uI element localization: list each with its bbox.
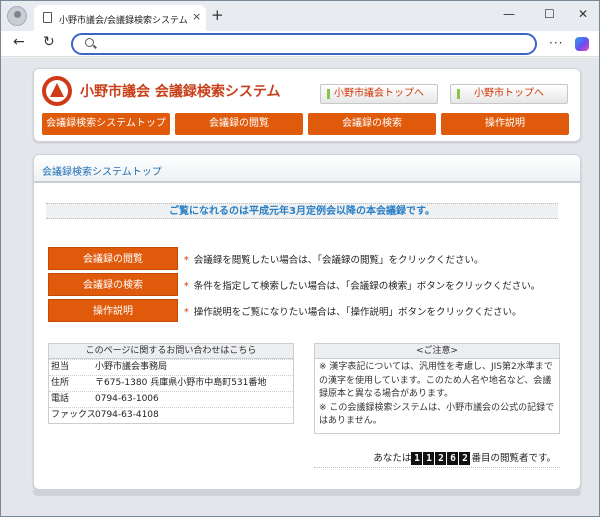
nav-system-top[interactable]: 会議録検索システムトップ <box>42 113 170 135</box>
contact-value: 0794-63-1006 <box>95 394 159 404</box>
browser-toolbar: ← ↻ ··· <box>1 31 599 57</box>
counter-digit: 2 <box>459 452 471 465</box>
divider <box>314 467 560 468</box>
tab-strip: 小野市議会/会議録検索システム × + — ☐ ✕ <box>1 1 599 31</box>
main-content: 会議録検索システムトップ ご覧になれるのは平成元年3月定例会以降の本会議録です。… <box>33 154 581 490</box>
browser-tab[interactable]: 小野市議会/会議録検索システム × <box>34 5 206 31</box>
counter-digit: 1 <box>423 452 435 465</box>
counter-digit: 6 <box>447 452 459 465</box>
address-bar[interactable] <box>71 33 537 55</box>
search-button[interactable]: 会議録の検索 <box>48 273 178 296</box>
availability-notice: ご覧になれるのは平成元年3月定例会以降の本会議録です。 <box>46 203 558 219</box>
counter-suffix: 番目の閲覧者です。 <box>471 453 556 464</box>
caution-box: <ご注意> ※ 漢字表記については、汎用性を考慮し、JIS第2水準までの漢字を使… <box>314 343 560 434</box>
city-emblem-icon <box>42 76 72 106</box>
nav-browse[interactable]: 会議録の閲覧 <box>175 113 303 135</box>
search-description: 条件を指定して検索したい場合は、「会議録の検索」ボタンをクリックください。 <box>184 278 540 292</box>
city-top-link[interactable]: 小野市トップへ <box>450 84 568 104</box>
page-title: 会議録検索システムトップ <box>42 167 162 178</box>
contact-label: 住所 <box>51 378 70 388</box>
browser-window: 小野市議会/会議録検索システム × + — ☐ ✕ ← ↻ ··· 小野市議会 … <box>0 0 600 517</box>
close-window-icon[interactable]: ✕ <box>578 7 588 21</box>
site-title: 小野市議会 会議録検索システム <box>80 84 281 100</box>
table-row: ファックス 0794-63-4108 <box>49 407 293 423</box>
contact-title: このページに関するお問い合わせはこちら <box>49 344 293 359</box>
more-icon[interactable]: ··· <box>549 36 563 50</box>
copilot-icon[interactable] <box>575 37 589 51</box>
page-icon <box>43 12 52 23</box>
help-button[interactable]: 操作説明 <box>48 299 178 322</box>
contact-value: 〒675-1380 兵庫県小野市中島町531番地 <box>95 378 267 388</box>
content-header: 会議録検索システムトップ <box>34 155 580 183</box>
contact-value: 小野市議会事務局 <box>95 362 168 372</box>
nav-search[interactable]: 会議録の検索 <box>308 113 436 135</box>
contact-label: ファックス <box>51 410 96 420</box>
caution-text-1: ※ 漢字表記については、汎用性を考慮し、JIS第2水準までの漢字を使用しています… <box>319 362 553 399</box>
browse-description: 会議録を閲覧したい場合は、「会議録の閲覧」をクリックください。 <box>184 252 484 266</box>
council-top-link[interactable]: 小野市議会トップへ <box>320 84 438 104</box>
nav-help[interactable]: 操作説明 <box>441 113 569 135</box>
maximize-icon[interactable]: ☐ <box>544 7 555 21</box>
help-description: 操作説明をご覧になりたい場合は、「操作説明」ボタンをクリックください。 <box>184 304 522 318</box>
contact-label: 担当 <box>51 362 70 372</box>
contact-table: このページに関するお問い合わせはこちら 担当 小野市議会事務局 住所 〒675-… <box>48 343 294 424</box>
contact-value: 0794-63-4108 <box>95 410 159 420</box>
back-icon[interactable]: ← <box>13 34 25 50</box>
visitor-counter: あなたは 1 1 2 6 2 番目の閲覧者です。 <box>373 450 556 465</box>
reload-icon[interactable]: ↻ <box>43 34 55 50</box>
counter-digit: 2 <box>435 452 447 465</box>
site-header: 小野市議会 会議録検索システム 小野市議会トップへ 小野市トップへ 会議録検索シ… <box>33 68 581 142</box>
contact-label: 電話 <box>51 394 70 404</box>
minimize-icon[interactable]: — <box>503 7 515 21</box>
table-row: 住所 〒675-1380 兵庫県小野市中島町531番地 <box>49 375 293 391</box>
caution-body: ※ 漢字表記については、汎用性を考慮し、JIS第2水準までの漢字を使用しています… <box>315 359 559 433</box>
page-viewport: 小野市議会 会議録検索システム 小野市議会トップへ 小野市トップへ 会議録検索シ… <box>1 58 599 516</box>
caution-title: <ご注意> <box>315 344 559 359</box>
table-row: 担当 小野市議会事務局 <box>49 359 293 375</box>
tab-title: 小野市議会/会議録検索システム <box>59 16 188 26</box>
page-footer <box>33 490 581 496</box>
caution-text-2: ※ この会議録検索システムは、小野市議会の公式の記録ではありません。 <box>319 402 555 427</box>
new-tab-icon[interactable]: + <box>211 6 224 24</box>
search-icon <box>85 38 94 47</box>
table-row: 電話 0794-63-1006 <box>49 391 293 407</box>
profile-icon[interactable] <box>7 6 27 26</box>
browse-button[interactable]: 会議録の閲覧 <box>48 247 178 270</box>
counter-digit: 1 <box>411 452 423 465</box>
counter-prefix: あなたは <box>373 453 412 464</box>
tab-close-icon[interactable]: × <box>192 10 201 23</box>
